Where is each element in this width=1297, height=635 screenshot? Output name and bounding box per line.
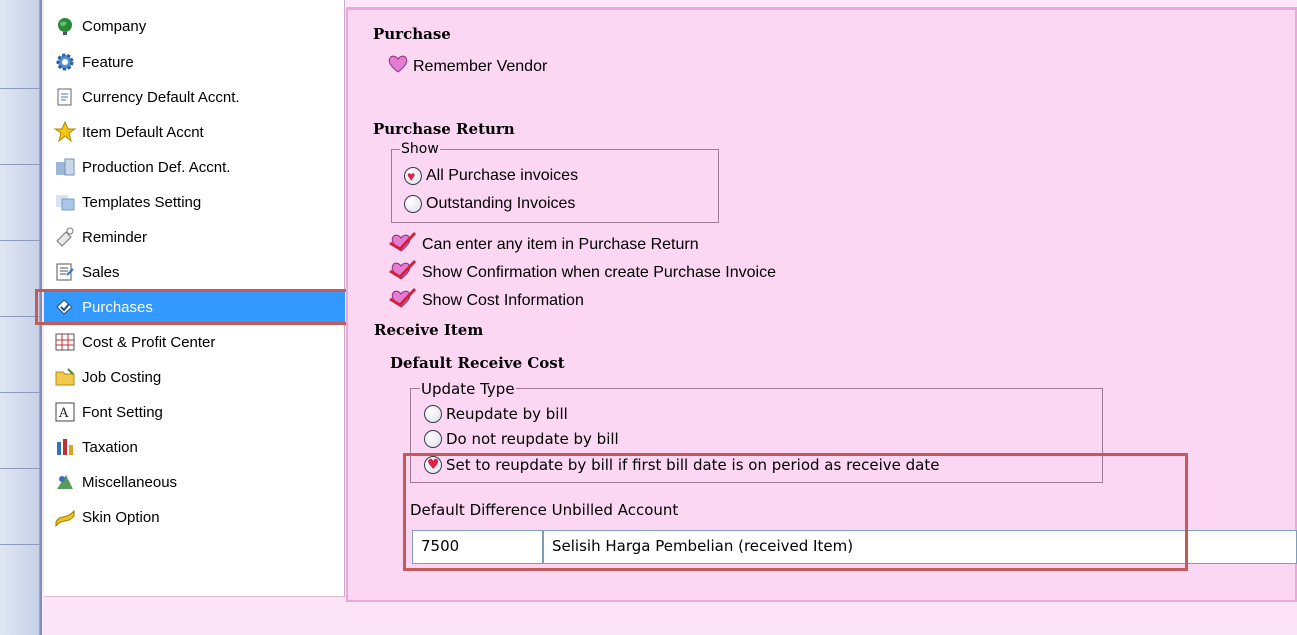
heart-check-icon	[387, 55, 409, 78]
sales-icon	[52, 259, 78, 285]
sidebar-item-miscellaneous[interactable]: Miscellaneous	[52, 466, 177, 498]
sidebar-item-label: Feature	[82, 53, 134, 71]
radio-label: Outstanding Invoices	[426, 195, 576, 212]
gear-icon	[52, 49, 78, 75]
radio-outstanding-invoices[interactable]: Outstanding Invoices	[404, 195, 575, 213]
radio-set-reupdate-first-bill[interactable]: Set to reupdate by bill if first bill da…	[424, 456, 939, 474]
sidebar-item-label: Company	[82, 17, 147, 35]
radio-all-purchase-invoices[interactable]: All Purchase invoices	[404, 167, 578, 185]
sidebar-item-label: Job Costing	[82, 368, 162, 386]
unbilled-account-label: Default Difference Unbilled Account	[410, 501, 679, 519]
folder-icon	[52, 364, 78, 390]
sidebar-item-job-costing[interactable]: Job Costing	[52, 361, 161, 393]
show-legend: Show	[400, 141, 440, 157]
sidebar-item-label: Miscellaneous	[82, 473, 178, 491]
sidebar-item-templates-setting[interactable]: Templates Setting	[52, 186, 201, 218]
radio-reupdate-by-bill[interactable]: Reupdate by bill	[424, 405, 568, 423]
grid-icon	[52, 329, 78, 355]
checkbox-show-cost-information[interactable]: Show Cost Information	[388, 287, 584, 314]
sidebar-item-cost-profit-center[interactable]: Cost & Profit Center	[52, 326, 215, 358]
sidebar-item-label: Production Def. Accnt.	[82, 158, 231, 176]
checkbox-any-item-purchase-return[interactable]: Can enter any item in Purchase Return	[388, 231, 699, 258]
radio-checked-icon	[404, 167, 422, 185]
radio-label: All Purchase invoices	[426, 167, 579, 184]
heart-checked-icon	[388, 231, 418, 258]
sidebar-item-sales[interactable]: Sales	[52, 256, 120, 288]
subsection-title-default-receive-cost: Default Receive Cost	[390, 354, 565, 372]
sidebar-item-label: Reminder	[82, 228, 148, 246]
purchases-icon	[52, 294, 78, 320]
star-icon	[52, 119, 78, 145]
radio-unchecked-icon	[404, 195, 422, 213]
miscellaneous-icon	[52, 469, 78, 495]
radio-do-not-reupdate[interactable]: Do not reupdate by bill	[424, 430, 619, 448]
sidebar-item-taxation[interactable]: Taxation	[52, 431, 138, 463]
sidebar-item-reminder[interactable]: Reminder	[52, 221, 147, 253]
taxation-icon	[52, 434, 78, 460]
sidebar-item-skin-option[interactable]: Skin Option	[52, 501, 160, 533]
radio-label: Reupdate by bill	[446, 405, 568, 423]
section-title-purchase: Purchase	[373, 25, 451, 43]
account-name-input[interactable]: Selisih Harga Pembelian (received Item)	[543, 530, 1297, 564]
sidebar-item-label: Font Setting	[82, 403, 163, 421]
sidebar-item-label: Currency Default Accnt.	[82, 88, 240, 106]
panel-top-edge	[346, 0, 1297, 8]
checkbox-label: Show Confirmation when create Purchase I…	[422, 263, 776, 281]
sidebar-item-label: Purchases	[82, 298, 153, 316]
radio-checked-icon	[424, 456, 442, 474]
templates-icon	[52, 189, 78, 215]
checkbox-show-confirmation[interactable]: Show Confirmation when create Purchase I…	[388, 259, 776, 286]
globe-icon	[52, 13, 78, 39]
sidebar-item-production-def-accnt[interactable]: Production Def. Accnt.	[52, 151, 230, 183]
radio-label: Do not reupdate by bill	[446, 430, 619, 448]
sidebar-item-label: Sales	[82, 263, 120, 281]
heart-checked-icon	[388, 259, 418, 286]
production-icon	[52, 154, 78, 180]
sidebar-item-label: Taxation	[82, 438, 138, 456]
preferences-sidebar: Company Feature Currency Default Accnt. …	[44, 0, 345, 596]
window-left-strip	[0, 0, 42, 635]
sidebar-item-label: Templates Setting	[82, 193, 202, 211]
svg-text:A: A	[58, 406, 69, 421]
sidebar-item-item-default-accnt[interactable]: Item Default Accnt	[52, 116, 204, 148]
update-type-legend: Update Type	[420, 380, 516, 398]
radio-label: Set to reupdate by bill if first bill da…	[446, 456, 940, 474]
remember-vendor-label: Remember Vendor	[413, 57, 548, 75]
sidebar-item-feature[interactable]: Feature	[52, 46, 134, 78]
sidebar-item-company[interactable]: Company	[52, 10, 146, 42]
sidebar-item-currency-default-accnt[interactable]: Currency Default Accnt.	[52, 81, 240, 113]
sidebar-item-purchases[interactable]: Purchases	[44, 291, 345, 323]
section-title-receive-item: Receive Item	[374, 321, 484, 339]
font-icon: A	[52, 399, 78, 425]
radio-unchecked-icon	[424, 430, 442, 448]
checkbox-label: Show Cost Information	[422, 291, 584, 309]
skin-icon	[52, 504, 78, 530]
sidebar-item-font-setting[interactable]: A Font Setting	[52, 396, 163, 428]
sidebar-item-label: Item Default Accnt	[82, 123, 204, 141]
remember-vendor-checkbox[interactable]: Remember Vendor	[387, 55, 547, 78]
heart-checked-icon	[388, 287, 418, 314]
radio-unchecked-icon	[424, 405, 442, 423]
account-code-input[interactable]: 7500	[412, 530, 543, 564]
section-title-purchase-return: Purchase Return	[373, 120, 515, 138]
reminder-icon	[52, 224, 78, 250]
checkbox-label: Can enter any item in Purchase Return	[422, 235, 699, 253]
sidebar-item-label: Cost & Profit Center	[82, 333, 216, 351]
document-icon	[52, 84, 78, 110]
sidebar-item-label: Skin Option	[82, 508, 160, 526]
